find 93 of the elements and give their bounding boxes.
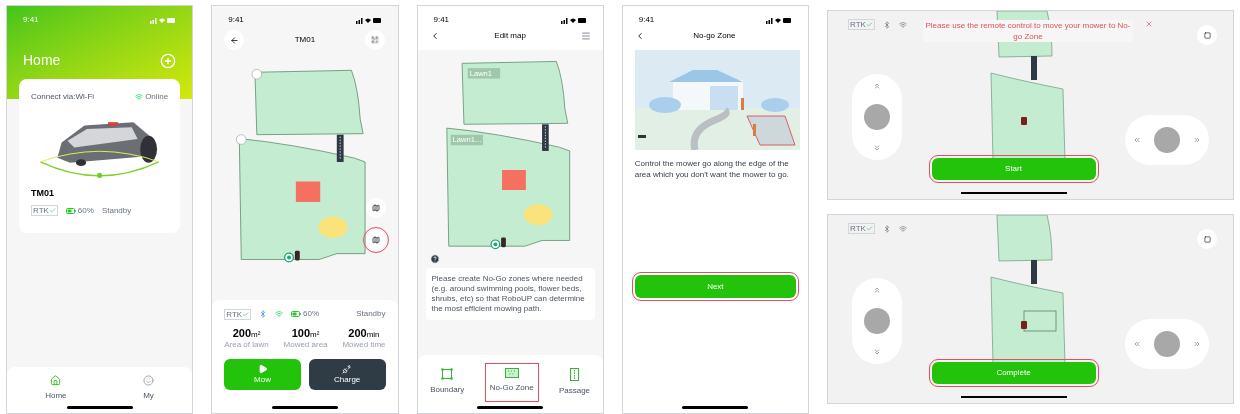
status-time: 9:41 [433, 14, 450, 26]
device-card[interactable]: Connect via:Wi-Fi Online TM01 RTK 60% Standby [19, 79, 181, 233]
battery-level: 60% [303, 308, 320, 320]
qr-code-icon [371, 36, 380, 44]
joystick-knob[interactable] [1154, 127, 1180, 153]
screen-title: TM01 [294, 34, 316, 46]
battery-icon [65, 207, 76, 214]
chevrons-down-icon [873, 144, 881, 152]
stat-label: Area of lawn [224, 339, 269, 351]
exit-fullscreen-button[interactable] [1197, 229, 1217, 249]
tool-button[interactable]: No-Go Zone [484, 363, 539, 402]
tool-button[interactable]: Boundary [425, 363, 470, 402]
horizontal-joystick[interactable] [1125, 115, 1209, 165]
status-time: 9:41 [23, 14, 39, 26]
frame-icon [1203, 235, 1211, 243]
home-indicator [66, 406, 133, 409]
screen-title: Edit map [494, 30, 526, 42]
rtk-badge: RTK [848, 223, 875, 234]
close-icon[interactable] [1145, 20, 1153, 28]
battery-icon [291, 311, 302, 317]
chevrons-up-icon [873, 82, 881, 90]
horizontal-joystick[interactable] [1125, 319, 1209, 369]
rtk-badge: RTK [31, 205, 58, 216]
help-icon[interactable] [429, 254, 440, 264]
tab-item[interactable]: Home [45, 375, 67, 402]
status-time: 9:41 [638, 14, 655, 26]
tool-button[interactable]: Passage [553, 363, 596, 402]
hint-text: Please create No-Go zones where needed (e.g. around swimming pools, flower beds, shrubs, etc) so that RoboUP can determine the most efficient mowing path. [425, 268, 595, 320]
passage-icon [570, 368, 579, 381]
map-icon [371, 236, 380, 244]
lawn-label: Lawn1... [452, 135, 481, 145]
home-indicator [477, 406, 544, 409]
zone-icon [504, 368, 519, 378]
add-icon[interactable] [160, 52, 177, 69]
home-indicator [271, 406, 338, 409]
rtk-badge: RTK [224, 308, 252, 320]
joystick-knob[interactable] [1154, 331, 1180, 357]
screen-title: No-go Zone [692, 30, 737, 42]
bluetooth-icon [882, 20, 891, 29]
signal-battery-icon [560, 16, 587, 24]
stat-value: 200min [348, 328, 380, 339]
signal-battery-icon [355, 16, 382, 24]
instruction-text: Control the mower go along the edge of the area which you don't want the mower to go. [634, 158, 790, 180]
online-status: Online [145, 91, 169, 103]
status-time: 9:41 [228, 14, 244, 26]
device-state: Standby [101, 204, 132, 217]
chevrons-down-icon [873, 348, 881, 356]
chevrons-right-icon [1193, 136, 1201, 144]
vertical-joystick[interactable] [852, 278, 902, 364]
stat-value: 100m² [291, 328, 320, 339]
stat-value: 200m² [232, 328, 261, 339]
back-button[interactable] [224, 30, 245, 50]
bluetooth-icon [259, 310, 268, 318]
wifi-icon [135, 93, 144, 101]
battery-level: 60% [77, 204, 94, 217]
home-indicator [682, 406, 749, 409]
play-icon [257, 363, 268, 374]
menu-icon[interactable] [580, 31, 591, 41]
wifi-icon [275, 310, 284, 318]
rtk-badge: RTK [848, 19, 875, 30]
instruction-banner: Please use the remote control to move your mower to No-go Zone [923, 20, 1133, 42]
signal-battery-icon [150, 16, 177, 24]
plug-icon [342, 363, 353, 374]
chevrons-up-icon [873, 286, 881, 294]
page-title: Home [23, 51, 61, 70]
wifi-icon [898, 224, 907, 233]
lawn-label: Lawn1 [469, 68, 492, 78]
chevrons-left-icon [1133, 136, 1141, 144]
back-arrow-icon [229, 35, 239, 45]
tab-item[interactable]: My [143, 375, 154, 402]
action-button[interactable]: Charge [308, 359, 386, 390]
frame-icon [1203, 31, 1211, 39]
exit-fullscreen-button[interactable] [1197, 25, 1217, 45]
stat-label: Mowed area [283, 339, 328, 351]
chevrons-right-icon [1193, 340, 1201, 348]
device-state: Standby [356, 308, 386, 320]
stat-label: Mowed time [342, 339, 386, 351]
connection-label: Connect via:Wi-Fi [31, 91, 95, 103]
home-icon [50, 375, 62, 386]
chevrons-left-icon [1133, 340, 1141, 348]
joystick-knob[interactable] [864, 308, 890, 334]
face-icon [143, 375, 154, 386]
device-name: TM01 [31, 187, 55, 200]
vertical-joystick[interactable] [852, 74, 902, 160]
map-button[interactable] [365, 230, 386, 250]
wifi-icon [898, 20, 907, 29]
joystick-knob[interactable] [864, 104, 890, 130]
boundary-icon [441, 368, 454, 380]
map-icon [371, 204, 380, 212]
qr-button[interactable] [365, 30, 386, 50]
signal-battery-icon [766, 16, 792, 24]
bluetooth-icon [882, 224, 891, 233]
map-button[interactable] [365, 198, 386, 218]
